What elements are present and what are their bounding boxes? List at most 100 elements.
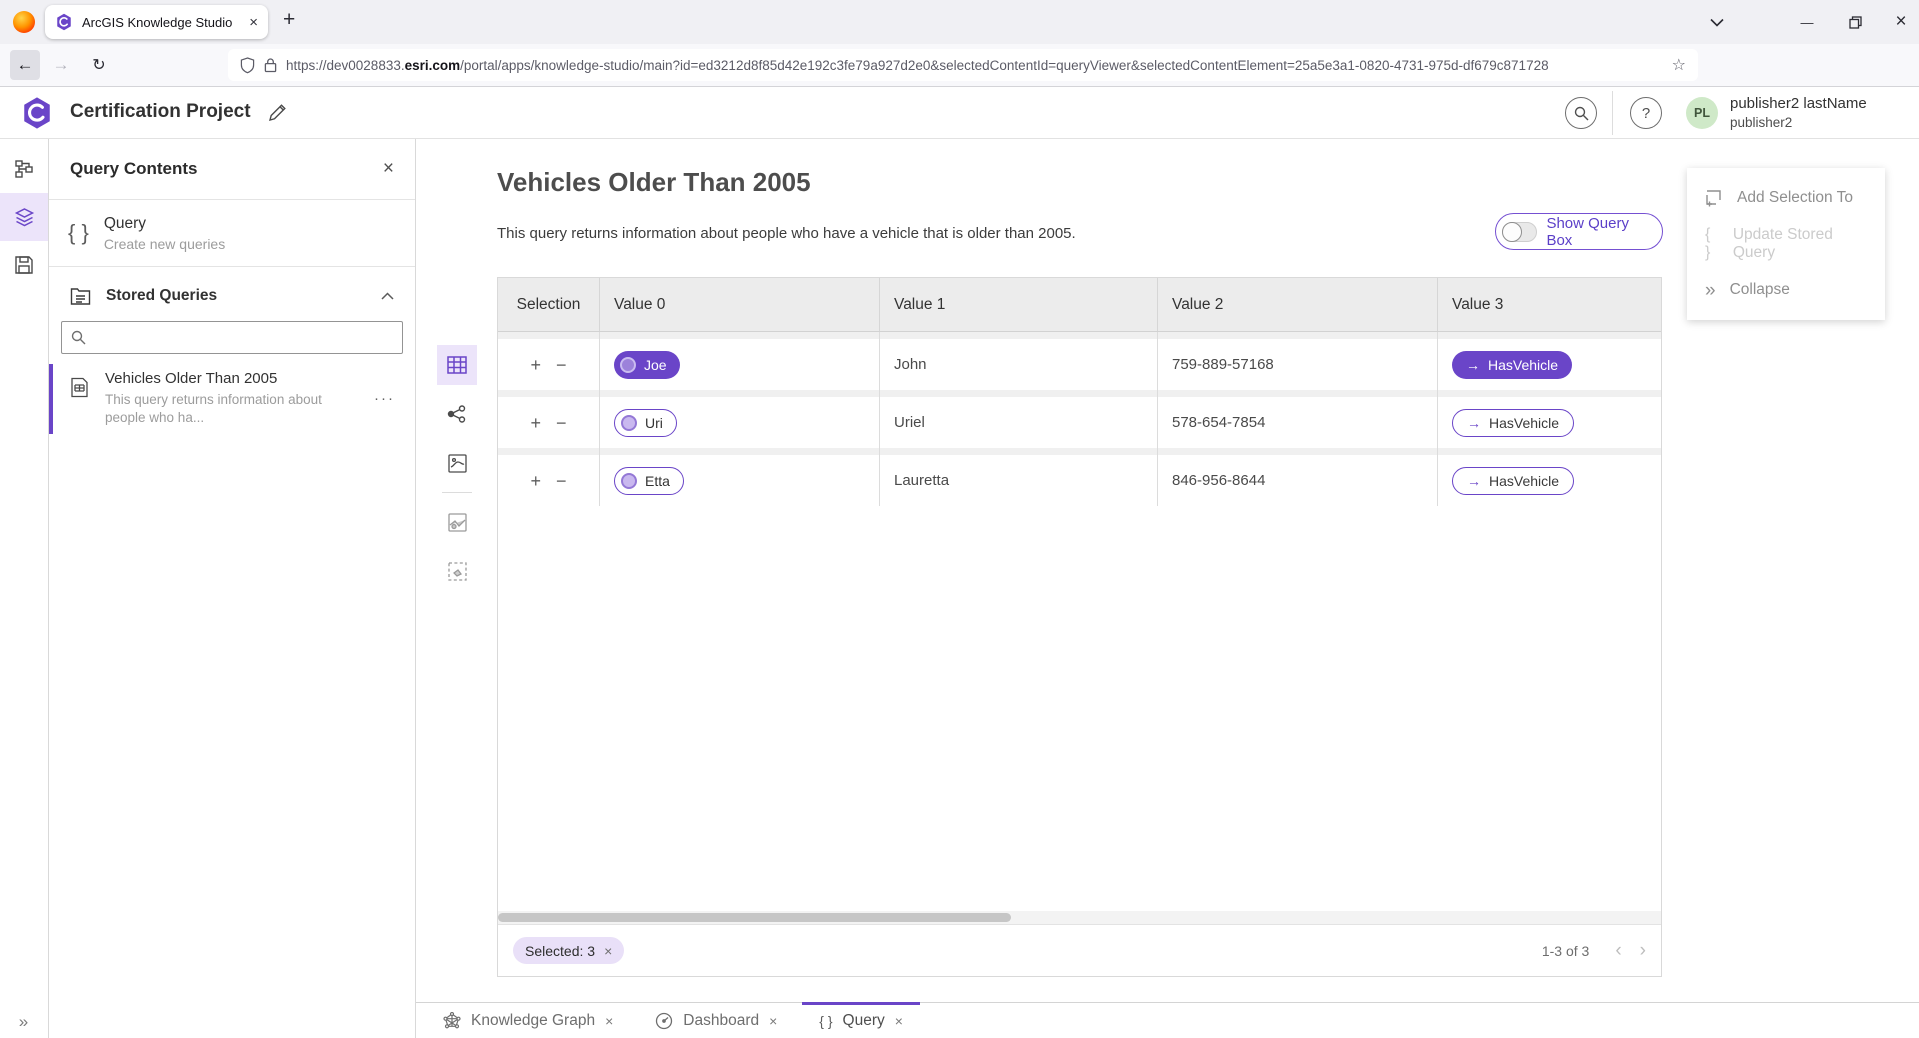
table-footer: Selected: 3 × 1-3 of 3 ‹ ›: [498, 924, 1661, 976]
scrollbar-thumb[interactable]: [498, 913, 1011, 922]
panel-close-icon[interactable]: ×: [383, 158, 394, 180]
select-area-button[interactable]: [437, 551, 477, 591]
tab-close-icon[interactable]: ×: [249, 15, 258, 30]
table-row[interactable]: + − Etta Lauretta 846-956-8644 →HasVehic…: [498, 455, 1661, 506]
rail-item-save[interactable]: [0, 241, 48, 289]
user-username: publisher2: [1730, 114, 1867, 132]
stored-query-item[interactable]: Vehicles Older Than 2005 This query retu…: [49, 364, 415, 434]
clear-selection-icon[interactable]: ×: [604, 943, 612, 959]
url-bar[interactable]: https://dev0028833.esri.com/portal/apps/…: [228, 49, 1698, 81]
left-rail: »: [0, 139, 49, 1038]
show-query-box-toggle[interactable]: Show Query Box: [1495, 213, 1663, 250]
cell-value2[interactable]: 846-956-8644: [1158, 455, 1438, 506]
entity-pill[interactable]: Etta: [614, 467, 684, 495]
rail-item-contents[interactable]: [0, 193, 48, 241]
stored-queries-search-input[interactable]: [94, 330, 393, 346]
column-header-value1[interactable]: Value 1: [880, 278, 1158, 331]
edit-project-title-icon[interactable]: [268, 103, 287, 122]
tab-dashboard[interactable]: Dashboard ×: [638, 1003, 794, 1038]
remove-from-selection-icon[interactable]: −: [556, 414, 567, 432]
restore-button[interactable]: [1838, 0, 1872, 44]
minimize-button[interactable]: —: [1790, 0, 1824, 44]
shield-icon[interactable]: [240, 57, 255, 74]
selected-indicator-bar: [49, 364, 53, 434]
tab-close-icon[interactable]: ×: [769, 1013, 777, 1029]
search-icon: [1574, 106, 1589, 121]
arcgis-logo-icon: [55, 13, 73, 31]
back-button[interactable]: ←: [10, 50, 40, 80]
new-query-item[interactable]: { } Query Create new queries: [49, 200, 415, 267]
browser-tab[interactable]: ArcGIS Knowledge Studio ×: [45, 5, 268, 39]
new-tab-button[interactable]: +: [283, 8, 295, 32]
stored-queries-header[interactable]: Stored Queries: [49, 281, 415, 311]
table-row[interactable]: + − Uri Uriel 578-654-7854 →HasVehicle: [498, 397, 1661, 448]
search-button[interactable]: [1565, 97, 1597, 129]
reload-button[interactable]: ↻: [84, 50, 114, 80]
menu-item-collapse[interactable]: » Collapse: [1687, 267, 1885, 313]
cell-value1[interactable]: John: [880, 339, 1158, 390]
braces-icon: { }: [68, 220, 89, 246]
previous-page-icon[interactable]: ‹: [1615, 940, 1621, 962]
arrow-right-icon: →: [1466, 357, 1480, 373]
relationship-pill[interactable]: →HasVehicle: [1452, 467, 1574, 495]
table-icon: [447, 356, 467, 374]
entity-pill[interactable]: Uri: [614, 409, 677, 437]
browser-tab-title: ArcGIS Knowledge Studio: [82, 15, 240, 30]
remove-from-selection-icon[interactable]: −: [556, 472, 567, 490]
toggle-knob[interactable]: [1502, 222, 1522, 242]
add-to-selection-icon[interactable]: +: [530, 472, 541, 490]
next-page-icon[interactable]: ›: [1640, 940, 1646, 962]
arcgis-knowledge-logo[interactable]: [20, 96, 54, 130]
url-text[interactable]: https://dev0028833.esri.com/portal/apps/…: [286, 58, 1663, 73]
user-block[interactable]: publisher2 lastName publisher2: [1730, 94, 1867, 131]
table-row[interactable]: + − Joe John 759-889-57168 →HasVehicle: [498, 339, 1661, 390]
expand-rail-icon[interactable]: »: [0, 1012, 48, 1032]
menu-item-add-selection-to[interactable]: Add Selection To: [1687, 175, 1885, 221]
stored-queries-title: Stored Queries: [106, 287, 366, 305]
tab-query[interactable]: { } Query ×: [802, 1003, 920, 1038]
map-view-button[interactable]: [437, 443, 477, 483]
rail-item-datamodel[interactable]: [0, 145, 48, 193]
relationship-pill[interactable]: →HasVehicle: [1452, 409, 1574, 437]
remove-from-selection-icon[interactable]: −: [556, 356, 567, 374]
arrow-right-icon: →: [1467, 415, 1481, 431]
entity-pill[interactable]: Joe: [614, 351, 680, 379]
column-header-selection[interactable]: Selection: [498, 278, 600, 331]
list-tabs-icon[interactable]: [1700, 0, 1734, 44]
tab-close-icon[interactable]: ×: [605, 1013, 613, 1029]
cell-value2[interactable]: 578-654-7854: [1158, 397, 1438, 448]
firefox-icon[interactable]: [13, 11, 35, 33]
column-header-value3[interactable]: Value 3: [1438, 278, 1661, 331]
forward-button[interactable]: →: [46, 50, 76, 80]
row-range-label: 1-3 of 3: [1542, 943, 1589, 959]
dashboard-gauge-icon: [655, 1012, 673, 1030]
cell-value2[interactable]: 759-889-57168: [1158, 339, 1438, 390]
avatar[interactable]: PL: [1686, 97, 1718, 129]
app-window: ArcGIS Knowledge Studio × + — × ← → ↻ ht…: [0, 0, 1919, 1038]
selected-count-chip[interactable]: Selected: 3 ×: [513, 937, 624, 964]
column-header-value0[interactable]: Value 0: [600, 278, 880, 331]
stored-query-title: Vehicles Older Than 2005: [105, 370, 371, 387]
menu-item-update-stored-query[interactable]: { } Update Stored Query: [1687, 221, 1885, 267]
link-chart-view-button[interactable]: [437, 394, 477, 434]
bookmark-star-icon[interactable]: ☆: [1672, 55, 1686, 75]
item-options-icon[interactable]: ···: [374, 390, 395, 407]
search-icon: [71, 330, 86, 345]
stored-queries-search[interactable]: [61, 321, 403, 354]
chevron-up-icon[interactable]: [381, 292, 394, 300]
cell-value1[interactable]: Uriel: [880, 397, 1158, 448]
column-header-value2[interactable]: Value 2: [1158, 278, 1438, 331]
table-view-button[interactable]: [437, 345, 477, 385]
help-button[interactable]: ?: [1630, 97, 1662, 129]
close-window-button[interactable]: ×: [1884, 0, 1918, 44]
relationship-pill[interactable]: →HasVehicle: [1452, 351, 1572, 379]
question-icon: ?: [1642, 105, 1650, 122]
add-to-selection-icon[interactable]: +: [530, 356, 541, 374]
add-to-map-button[interactable]: [437, 502, 477, 542]
tab-knowledge-graph[interactable]: Knowledge Graph ×: [426, 1003, 630, 1038]
horizontal-scrollbar[interactable]: [498, 911, 1661, 924]
add-to-selection-icon[interactable]: +: [530, 414, 541, 432]
toggle-track[interactable]: [1502, 222, 1537, 242]
cell-value1[interactable]: Lauretta: [880, 455, 1158, 506]
tab-close-icon[interactable]: ×: [895, 1013, 903, 1029]
